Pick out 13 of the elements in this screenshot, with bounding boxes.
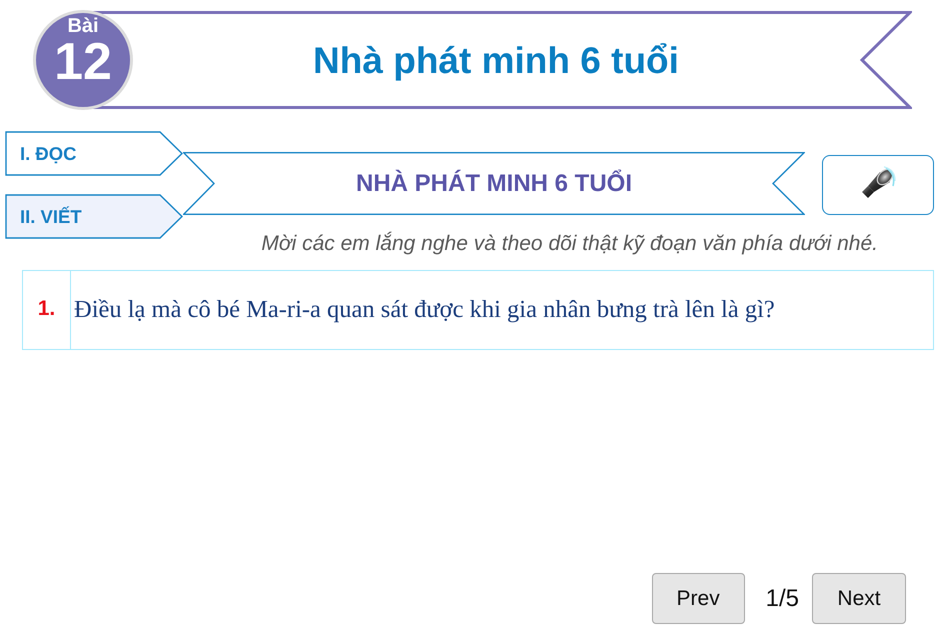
lesson-label: Bài	[67, 15, 99, 37]
tab[interactable]: II. VIẾT	[5, 194, 183, 239]
section-title: NHÀ PHÁT MINH 6 TUỔI	[356, 172, 632, 196]
question-text: Điều lạ mà cô bé Ma-ri-a quan sát được khi gia nhân bưng trà lên là gì?	[74, 296, 775, 324]
instruction-text: Mời các em lắng nghe và theo dõi thật kỹ đoạn văn phía dưới nhé.	[260, 232, 879, 256]
page-counter: 1/5	[766, 584, 799, 614]
question-number: 1.	[38, 297, 56, 321]
prev-button[interactable]: Prev	[652, 573, 745, 624]
tab[interactable]: I. ĐỌC	[5, 131, 183, 176]
lesson-number: 12	[54, 37, 112, 87]
lesson-title: Nhà phát minh 6 tuổi	[313, 42, 679, 78]
audio-button[interactable]	[822, 155, 934, 215]
next-button[interactable]: Next	[812, 573, 906, 624]
